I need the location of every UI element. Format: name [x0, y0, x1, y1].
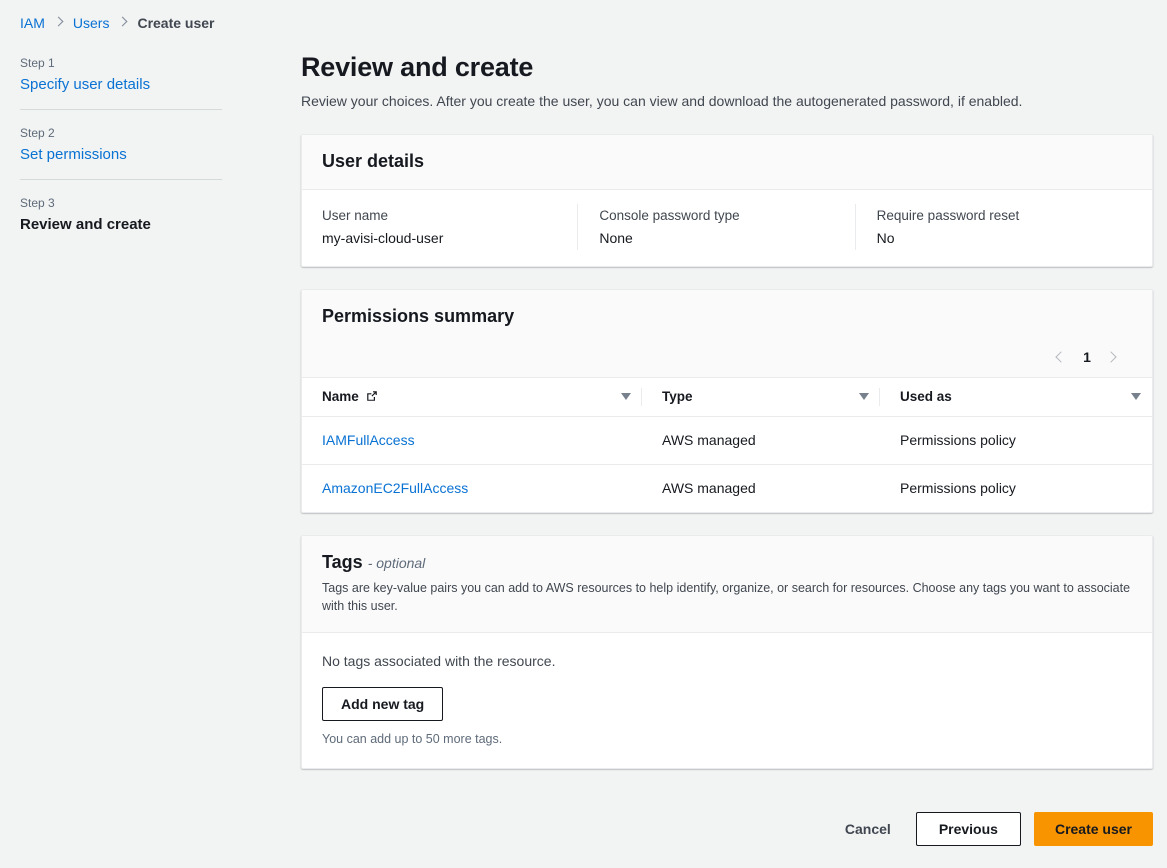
user-detail-console-password-type: Console password type None — [577, 208, 854, 246]
user-detail-require-password-reset: Require password reset No — [855, 208, 1132, 246]
wizard-step-1[interactable]: Step 1 Specify user details — [20, 52, 222, 109]
user-details-card: User details User name my-avisi-cloud-us… — [301, 134, 1153, 267]
column-header-used-as-label: Used as — [900, 389, 952, 404]
footer-actions: Cancel Previous Create user — [833, 812, 1153, 846]
breadcrumb-item-iam[interactable]: IAM — [20, 15, 45, 31]
wizard-navigation: Step 1 Specify user details Step 2 Set p… — [20, 52, 222, 248]
policy-name-cell: AmazonEC2FullAccess — [302, 465, 642, 513]
column-header-type-label: Type — [662, 389, 693, 404]
tags-limit-hint: You can add up to 50 more tags. — [322, 732, 1132, 746]
table-row: IAMFullAccess AWS managed Permissions po… — [302, 417, 1152, 465]
tags-description: Tags are key-value pairs you can add to … — [322, 579, 1132, 615]
table-pagination: 1 — [322, 349, 1132, 365]
tags-optional-suffix: - optional — [368, 555, 426, 571]
tags-title: Tags - optional — [322, 552, 1132, 573]
table-row: AmazonEC2FullAccess AWS managed Permissi… — [302, 465, 1152, 513]
wizard-divider — [20, 109, 222, 110]
chevron-right-icon — [118, 16, 128, 30]
tags-empty-message: No tags associated with the resource. — [322, 653, 1132, 669]
previous-button[interactable]: Previous — [916, 812, 1021, 846]
user-detail-value: None — [599, 230, 836, 246]
column-header-type[interactable]: Type — [642, 378, 880, 417]
create-user-button[interactable]: Create user — [1034, 812, 1153, 846]
page-description: Review your choices. After you create th… — [301, 93, 1153, 109]
user-details-title: User details — [322, 151, 1132, 172]
wizard-step-3-number: Step 3 — [20, 196, 222, 210]
chevron-right-icon[interactable] — [1106, 349, 1122, 365]
user-details-card-header: User details — [302, 135, 1152, 190]
page-title: Review and create — [301, 52, 1153, 83]
user-detail-label: Console password type — [599, 208, 836, 223]
tags-card: Tags - optional Tags are key-value pairs… — [301, 535, 1153, 769]
policy-used-as-cell: Permissions policy — [880, 417, 1152, 465]
breadcrumb: IAM Users Create user — [20, 15, 215, 31]
wizard-step-1-title[interactable]: Specify user details — [20, 76, 222, 95]
breadcrumb-item-users[interactable]: Users — [73, 15, 110, 31]
column-header-name-label: Name — [322, 389, 359, 404]
chevron-left-icon[interactable] — [1052, 349, 1068, 365]
wizard-divider — [20, 179, 222, 180]
cancel-button[interactable]: Cancel — [833, 813, 903, 845]
user-detail-label: Require password reset — [877, 208, 1114, 223]
add-new-tag-button[interactable]: Add new tag — [322, 687, 443, 721]
wizard-step-2[interactable]: Step 2 Set permissions — [20, 122, 222, 179]
create-user-review-page: IAM Users Create user Step 1 Specify use… — [0, 0, 1167, 868]
permissions-summary-title: Permissions summary — [322, 306, 1132, 327]
user-detail-value: No — [877, 230, 1114, 246]
sort-descending-icon[interactable] — [859, 393, 869, 400]
tags-card-header: Tags - optional Tags are key-value pairs… — [302, 536, 1152, 633]
wizard-step-2-title[interactable]: Set permissions — [20, 146, 222, 165]
permissions-summary-card: Permissions summary 1 Name — [301, 289, 1153, 513]
policy-used-as-cell: Permissions policy — [880, 465, 1152, 513]
wizard-step-3: Step 3 Review and create — [20, 192, 222, 249]
column-header-name[interactable]: Name — [302, 378, 642, 417]
pagination-page-number[interactable]: 1 — [1082, 349, 1092, 365]
column-header-used-as[interactable]: Used as — [880, 378, 1152, 417]
chevron-right-icon — [54, 16, 64, 30]
wizard-step-1-number: Step 1 — [20, 56, 222, 70]
policy-link-iamfullaccess[interactable]: IAMFullAccess — [322, 432, 415, 448]
permissions-summary-header: Permissions summary 1 — [302, 290, 1152, 378]
breadcrumb-item-create-user: Create user — [137, 15, 214, 31]
policy-link-amazonec2fullaccess[interactable]: AmazonEC2FullAccess — [322, 480, 468, 496]
policy-type-cell: AWS managed — [642, 417, 880, 465]
sort-descending-icon[interactable] — [621, 393, 631, 400]
policy-name-cell: IAMFullAccess — [302, 417, 642, 465]
wizard-step-2-number: Step 2 — [20, 126, 222, 140]
main-content: Review and create Review your choices. A… — [301, 52, 1153, 791]
policy-type-cell: AWS managed — [642, 465, 880, 513]
user-detail-label: User name — [322, 208, 559, 223]
tags-title-text: Tags — [322, 552, 363, 572]
user-detail-value: my-avisi-cloud-user — [322, 230, 559, 246]
sort-descending-icon[interactable] — [1131, 393, 1141, 400]
external-link-icon[interactable] — [366, 390, 378, 405]
table-header-row: Name — [302, 378, 1152, 417]
user-detail-user-name: User name my-avisi-cloud-user — [322, 208, 577, 246]
tags-card-body: No tags associated with the resource. Ad… — [302, 633, 1152, 768]
wizard-step-3-title: Review and create — [20, 216, 222, 235]
permissions-table: Name — [302, 378, 1152, 512]
user-details-card-body: User name my-avisi-cloud-user Console pa… — [302, 190, 1152, 266]
